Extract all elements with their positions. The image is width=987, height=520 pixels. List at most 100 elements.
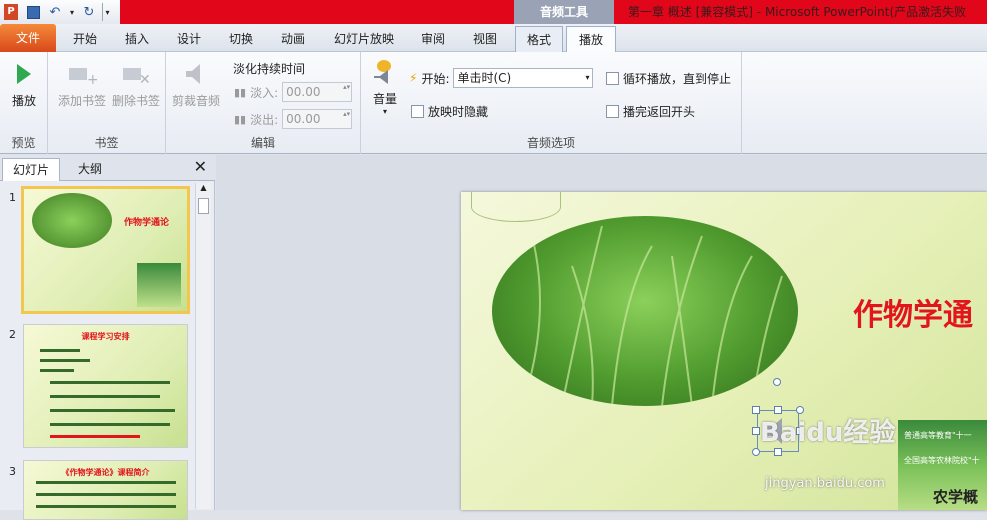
remove-bookmark-button[interactable]: ✕ 删除书签 [108, 60, 164, 109]
fade-in-icon: ▮▮ [234, 85, 247, 99]
text-line [36, 505, 176, 508]
pane-tabs: 幻灯片 大纲 ✕ [0, 155, 215, 181]
tab-review[interactable]: 审阅 [410, 26, 456, 52]
save-icon[interactable] [24, 3, 42, 21]
slide-title[interactable]: 作物学通 [853, 290, 973, 334]
book-line: 普通高等教育"十一 [904, 431, 972, 440]
checkbox-icon [606, 72, 619, 85]
tab-transitions[interactable]: 切换 [218, 26, 264, 52]
fade-in-label: 淡入: [250, 85, 279, 100]
svg-text:✕: ✕ [139, 72, 151, 86]
loop-until-stopped-checkbox[interactable]: 循环播放，直到停止 [606, 70, 731, 87]
tab-playback[interactable]: 播放 [566, 26, 616, 53]
resize-handle[interactable] [774, 448, 782, 456]
hide-during-show-checkbox[interactable]: 放映时隐藏 [411, 103, 488, 120]
thumbnail-scrollbar[interactable]: ▲ [195, 183, 211, 509]
rice-stalks [521, 225, 783, 406]
fade-duration-title: 淡化持续时间 [233, 62, 306, 76]
text-line [50, 435, 140, 438]
start-row: ⚡ 开始: 单击时(C) ▾ [409, 68, 594, 88]
fade-out-row: ▮▮ 淡出: 00.00 [234, 109, 353, 129]
tab-format[interactable]: 格式 [515, 26, 563, 53]
thumbnail-book [137, 263, 181, 307]
book-line: 全国高等农林院校"十 [904, 456, 980, 465]
add-bookmark-button[interactable]: + 添加书签 [54, 60, 110, 109]
text-line [40, 369, 74, 372]
window-title: 第一章 概述 [兼容模式] - Microsoft PowerPoint(产品激… [628, 5, 967, 19]
book-title: 农学概 [933, 488, 979, 506]
undo-dropdown-icon[interactable]: ▾ [68, 3, 76, 21]
tab-slides[interactable]: 幻灯片 [2, 158, 60, 181]
ribbon: 播放 预览 + 添加书签 ✕ 删除书签 书签 剪裁音频 淡化持续时间 ▮▮ 淡入… [0, 52, 987, 154]
group-label-audio-options: 音频选项 [526, 136, 575, 150]
rice-field-image [32, 193, 112, 248]
contextual-tab-group-label: 音频工具 [514, 0, 614, 24]
group-bookmarks: + 添加书签 ✕ 删除书签 书签 [48, 52, 166, 154]
watermark-logo: Baidu经验 [760, 418, 896, 448]
tab-file[interactable]: 文件 [0, 24, 56, 52]
slide-number: 3 [9, 465, 16, 478]
text-line [50, 409, 175, 412]
scroll-thumb[interactable] [198, 198, 209, 214]
text-line [50, 395, 160, 398]
start-dropdown[interactable]: 单击时(C) ▾ [453, 68, 594, 88]
trim-audio-icon [180, 60, 212, 88]
rewind-after-playing-checkbox[interactable]: 播完返回开头 [606, 103, 695, 120]
text-line [40, 359, 90, 362]
volume-dropdown-icon: ▾ [382, 107, 387, 116]
thumbnail-title: 作物学通论 [124, 218, 170, 228]
group-label-preview: 预览 [11, 136, 36, 150]
group-editing: 剪裁音频 淡化持续时间 ▮▮ 淡入: 00.00 ▮▮ 淡出: 00.00 编辑 [166, 52, 361, 154]
fade-in-spinner[interactable]: 00.00 [282, 82, 353, 102]
slide-thumbnail-1[interactable]: 作物学通论 [21, 186, 190, 314]
fade-in-row: ▮▮ 淡入: 00.00 [234, 82, 353, 102]
redo-icon[interactable]: ↻ [80, 3, 98, 21]
checkbox-icon [606, 105, 619, 118]
text-line [36, 481, 176, 484]
fade-out-spinner[interactable]: 00.00 [282, 109, 353, 129]
remove-bookmark-icon: ✕ [120, 60, 152, 88]
text-line [36, 493, 176, 496]
undo-icon[interactable]: ↶ [46, 3, 64, 21]
thumbnail-title: 课程学习安排 [81, 332, 130, 341]
play-icon [8, 60, 40, 88]
rotate-handle[interactable] [773, 378, 781, 386]
tab-outline[interactable]: 大纲 [60, 158, 120, 181]
group-label-bookmarks: 书签 [94, 136, 119, 150]
text-line [40, 349, 80, 352]
svg-text:+: + [87, 72, 97, 86]
resize-handle[interactable] [752, 448, 760, 456]
volume-icon [369, 58, 401, 86]
rice-field-image[interactable] [492, 216, 798, 406]
flower-decoration [471, 192, 561, 222]
slide-thumbnail-3[interactable]: 《作物学通论》课程简介 [23, 460, 188, 520]
ribbon-tab-bar: 文件 开始 插入 设计 切换 动画 幻灯片放映 审阅 视图 格式 播放 [0, 24, 987, 53]
group-audio-options: 音量 ▾ ⚡ 开始: 单击时(C) ▾ 放映时隐藏 循环播放，直到停止 播完返回开… [361, 52, 742, 154]
tab-slideshow[interactable]: 幻灯片放映 [326, 26, 402, 52]
tab-design[interactable]: 设计 [166, 26, 212, 52]
close-icon[interactable]: ✕ [194, 157, 207, 176]
tab-home[interactable]: 开始 [62, 26, 108, 52]
play-button[interactable]: 播放 [4, 60, 44, 109]
trim-audio-button[interactable]: 剪裁音频 [168, 60, 224, 109]
customize-toolbar-icon[interactable]: ▾ [102, 3, 112, 21]
powerpoint-logo-icon[interactable]: P [2, 3, 20, 21]
resize-handle[interactable] [752, 427, 760, 435]
slide-canvas[interactable]: 作物学通 普通高等教育"十一 全国高等农林院校"十 农学概 [461, 192, 987, 510]
slide-number: 2 [9, 328, 16, 341]
checkbox-icon [411, 105, 424, 118]
add-bookmark-icon: + [66, 60, 98, 88]
tab-insert[interactable]: 插入 [114, 26, 160, 52]
tab-view[interactable]: 视图 [462, 26, 508, 52]
tab-animations[interactable]: 动画 [270, 26, 316, 52]
quick-access-toolbar: P ↶ ▾ ↻ ▾ [0, 0, 112, 24]
chevron-down-icon: ▾ [585, 73, 590, 82]
resize-handle[interactable] [752, 406, 760, 414]
text-line [50, 381, 170, 384]
scroll-up-icon[interactable]: ▲ [196, 183, 211, 197]
thumbnail-title: 《作物学通论》课程简介 [61, 468, 150, 477]
fade-out-icon: ▮▮ [234, 112, 247, 126]
start-icon: ⚡ [409, 71, 418, 85]
slide-thumbnail-2[interactable]: 课程学习安排 [23, 324, 188, 448]
volume-button[interactable]: 音量 ▾ [367, 58, 403, 116]
